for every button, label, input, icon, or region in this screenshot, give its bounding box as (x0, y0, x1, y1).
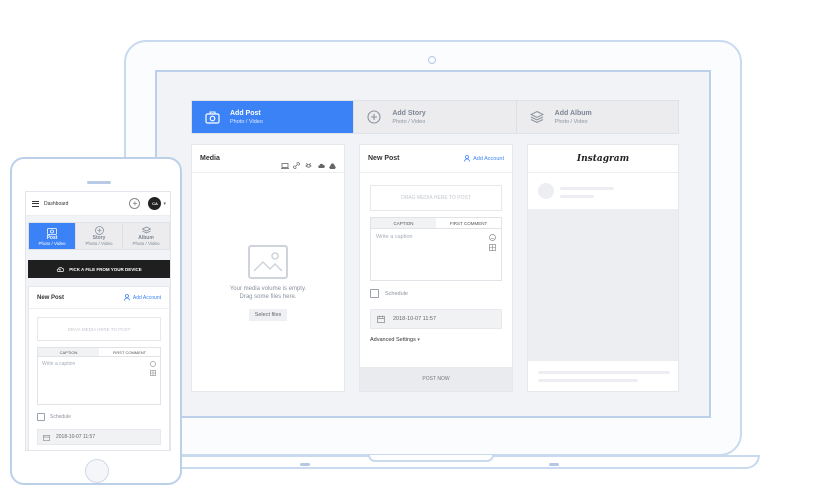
emoji-icon[interactable] (150, 361, 156, 367)
tab-subtitle: Photo / Video (554, 118, 588, 125)
link-icon[interactable] (293, 156, 300, 169)
cloud-upload-icon (57, 266, 65, 272)
instagram-logo: Instagram (576, 153, 630, 164)
preview-username-placeholder (560, 187, 614, 190)
preview-avatar-placeholder (538, 183, 554, 199)
tab-story[interactable]: Story Photo / Video (76, 223, 123, 249)
computer-icon[interactable] (281, 156, 289, 169)
laptop-foot (300, 463, 310, 466)
layers-icon (141, 226, 151, 234)
chevron-down-icon[interactable]: ▾ (163, 201, 166, 207)
emoji-icon[interactable] (489, 234, 496, 241)
drive-icon[interactable] (329, 156, 336, 169)
schedule-checkbox[interactable] (37, 413, 45, 421)
media-panel: Media Your media volume is empty. Drag s… (191, 144, 345, 392)
phone-header: Dashboard + CA ▾ (26, 192, 170, 216)
schedule-label: Schedule (50, 414, 71, 420)
caption-tabs: CAPTION FIRST COMMENT (37, 347, 161, 357)
empty-media-text: Your media volume is empty. Drag some fi… (229, 286, 307, 300)
caption-placeholder: Write a caption (376, 234, 413, 240)
plus-circle-icon (366, 109, 382, 125)
laptop-camera (428, 56, 436, 64)
phone-home-button (85, 459, 109, 483)
select-files-button[interactable]: Select files (249, 309, 287, 321)
tab-title: Add Post (230, 109, 261, 117)
phone-new-post-panel: New Post Add Account DRAG MEDIA HERE TO … (28, 286, 170, 450)
layers-icon (529, 109, 545, 125)
schedule-label: Schedule (385, 290, 408, 297)
user-icon (124, 294, 130, 301)
add-account-link[interactable]: Add Account (464, 155, 504, 162)
preview-caption-placeholder (538, 371, 670, 374)
plus-circle-icon (94, 226, 104, 235)
preview-location-placeholder (560, 195, 594, 198)
caption-textarea[interactable]: Write a caption (37, 357, 161, 405)
new-post-panel: New Post Add Account DRAG MEDIA HERE TO … (359, 144, 513, 392)
schedule-checkbox[interactable] (370, 289, 379, 298)
post-type-tabs: Add Post Photo / Video Add Story Photo /… (191, 100, 679, 134)
tab-add-story[interactable]: Add Story Photo / Video (354, 101, 517, 133)
schedule-row: Schedule (370, 289, 408, 298)
date-value: 2018-10-07 11:57 (393, 316, 437, 322)
add-account-link[interactable]: Add Account (124, 294, 161, 301)
tab-album[interactable]: Album Photo / Video (123, 223, 169, 249)
caption-textarea[interactable]: Write a caption (370, 229, 502, 281)
tab-caption[interactable]: CAPTION (38, 348, 99, 356)
calendar-icon (43, 434, 50, 441)
tab-subtitle: Photo / Video (230, 118, 263, 125)
new-post-title: New Post (368, 155, 400, 162)
phone-screen: Dashboard + CA ▾ Post Photo / Video Stor… (25, 191, 171, 451)
tab-subtitle: Photo / Video (392, 118, 426, 125)
chevron-down-icon: ▾ (417, 337, 420, 343)
media-title: Media (200, 155, 220, 162)
camera-icon (47, 227, 57, 235)
new-post-title: New Post (37, 294, 65, 301)
caption-tabs: CAPTION FIRST COMMENT (370, 217, 502, 229)
pick-file-button[interactable]: PICK A FILE FROM YOUR DEVICE (28, 260, 170, 278)
preview-caption-placeholder-2 (538, 379, 638, 382)
instagram-preview: Instagram (527, 144, 679, 392)
post-now-button[interactable]: POST NOW (360, 367, 512, 391)
phone-post-type-tabs: Post Photo / Video Story Photo / Video A… (28, 222, 170, 250)
date-value: 2018-10-07 11:57 (56, 434, 96, 440)
grid-icon[interactable] (150, 370, 156, 376)
user-icon (464, 155, 471, 162)
tab-title: Add Album (554, 109, 592, 117)
empty-media-image-icon (248, 245, 288, 279)
laptop-foot (549, 463, 559, 466)
schedule-row: Schedule (37, 413, 71, 421)
tab-add-album[interactable]: Add Album Photo / Video (517, 101, 678, 133)
advanced-settings-toggle[interactable]: Advanced Settings ▾ (370, 337, 420, 343)
tab-post[interactable]: Post Photo / Video (29, 223, 76, 249)
media-drop-zone[interactable]: DRAG MEDIA HERE TO POST (37, 317, 161, 341)
preview-image-placeholder (528, 209, 678, 361)
schedule-date-field[interactable]: 2018-10-07 11:57 (370, 309, 502, 329)
laptop-base-notch (368, 455, 494, 462)
tab-caption[interactable]: CAPTION (371, 218, 436, 228)
cloud-icon[interactable] (317, 156, 325, 168)
phone-speaker (87, 181, 111, 184)
header-title: Dashboard (44, 200, 69, 207)
tab-add-post[interactable]: Add Post Photo / Video (192, 101, 355, 133)
tab-title: Add Story (392, 109, 426, 117)
dropbox-icon[interactable] (305, 156, 312, 168)
grid-icon[interactable] (489, 244, 496, 251)
tab-first-comment[interactable]: FIRST COMMENT (99, 348, 160, 356)
calendar-icon (377, 315, 385, 323)
hamburger-menu-icon[interactable] (32, 200, 39, 207)
schedule-date-field[interactable]: 2018-10-07 11:57 (37, 429, 161, 445)
camera-icon (204, 109, 220, 125)
caption-placeholder: Write a caption (42, 361, 76, 367)
phone-frame: Dashboard + CA ▾ Post Photo / Video Stor… (10, 157, 182, 485)
laptop-screen: Add Post Photo / Video Add Story Photo /… (155, 70, 711, 418)
add-circle-icon[interactable]: + (129, 198, 141, 209)
media-source-icons (281, 156, 336, 169)
tab-first-comment[interactable]: FIRST COMMENT (436, 218, 501, 228)
media-drop-zone[interactable]: DRAG MEDIA HERE TO POST (370, 185, 502, 211)
avatar[interactable]: CA (148, 197, 162, 210)
